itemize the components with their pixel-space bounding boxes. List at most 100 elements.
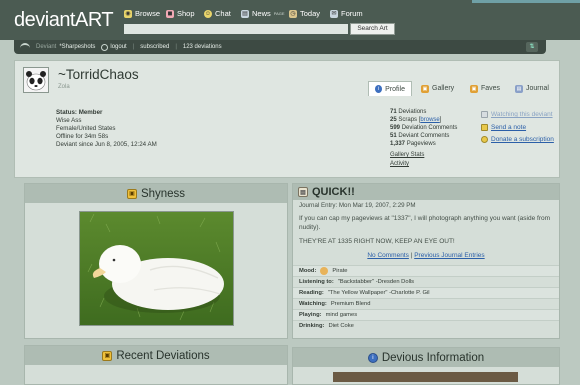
- gender-location: Female/United States: [56, 125, 116, 132]
- status-line: Status: Member: [56, 109, 103, 116]
- deviant-label: Deviant: [36, 44, 57, 50]
- nav-sup: PAGE: [273, 11, 285, 16]
- devious-title: Devious Information: [381, 351, 485, 364]
- stat-deviations: 71 Deviations: [390, 109, 426, 115]
- recent-deviations-box: ▣ Recent Deviations: [24, 345, 288, 385]
- deviant-since: Deviant since Jun 8, 2005, 12:24 AM: [56, 141, 157, 148]
- activity-link[interactable]: Activity: [390, 161, 409, 167]
- stat-deviant-comments: 51 Deviant Comments: [390, 133, 449, 139]
- subscribed-link[interactable]: subscribed: [140, 44, 169, 50]
- news-icon: ▤: [241, 9, 249, 18]
- panda-avatar-icon: [24, 68, 48, 92]
- deviant-menu[interactable]: [20, 43, 30, 51]
- stat-num: 51: [390, 133, 397, 139]
- note-icon: [481, 124, 488, 131]
- nav-label: Forum: [341, 9, 363, 18]
- user-realname: Zola: [58, 84, 70, 90]
- journal-header: ▤ QUICK!!: [293, 184, 559, 200]
- shop-icon: ◼: [166, 9, 174, 18]
- featured-deviation-image[interactable]: [79, 211, 234, 326]
- mood-label: Drinking:: [299, 323, 325, 329]
- shyness-header: ▣ Shyness: [25, 184, 287, 203]
- journal-entry-date: Journal Entry: Mon Mar 19, 2007, 2:29 PM: [299, 202, 416, 209]
- profile-icon: i: [375, 85, 383, 93]
- devious-info-image-strip: [333, 372, 518, 382]
- browse-scraps-link[interactable]: browse: [420, 117, 439, 123]
- top-right-strip: [472, 0, 580, 3]
- gallery-icon: ▣: [102, 350, 113, 361]
- donate-action[interactable]: Donate a subscription: [481, 136, 554, 143]
- mood-value: mind games: [325, 312, 358, 318]
- deviations-count[interactable]: 123 deviations: [183, 44, 222, 50]
- watching-action[interactable]: Watching this deviant: [481, 111, 553, 118]
- logout-link[interactable]: logout: [101, 43, 127, 51]
- tab-label: Profile: [385, 85, 405, 93]
- gallery-stats-link[interactable]: Gallery Stats: [390, 152, 424, 158]
- search-button[interactable]: Search Art: [350, 23, 395, 35]
- tab-gallery[interactable]: ▣ Gallery: [415, 81, 461, 96]
- journal-text-2: THEY'RE AT 1335 RIGHT NOW, KEEP AN EYE O…: [299, 238, 455, 245]
- tab-label: Journal: [526, 85, 549, 92]
- mood-value: "Backstabber" -Dresden Dolls: [337, 279, 415, 285]
- tab-journal[interactable]: ▤ Journal: [509, 81, 557, 96]
- nav-browse[interactable]: ◉ Browse: [124, 9, 160, 18]
- divider: |: [132, 44, 135, 50]
- top-bar: deviantART ◉ Browse ◼ Shop ☺ Chat ▤ News…: [0, 0, 580, 40]
- current-user-link[interactable]: *Sharpeshots: [59, 44, 95, 50]
- donate-label: Donate a subscription: [491, 136, 554, 143]
- mood-row: Drinking: Diet Coke: [293, 320, 559, 331]
- faves-icon: ▣: [470, 84, 478, 93]
- link-divider: |: [410, 252, 413, 259]
- nav-news[interactable]: ▤ News PAGE: [241, 9, 285, 18]
- site-logo[interactable]: deviantART: [14, 9, 114, 32]
- mood-value: Diet Coke: [328, 323, 354, 329]
- nav-label: News: [252, 9, 271, 18]
- nav-label: Browse: [135, 9, 161, 18]
- white-duck-photo: [80, 212, 233, 325]
- nav-label: Shop: [177, 9, 195, 18]
- previous-journal-link[interactable]: Previous Journal Entries: [414, 252, 484, 259]
- mood-label: Playing:: [299, 312, 322, 318]
- nav-shop[interactable]: ◼ Shop: [166, 9, 195, 18]
- pirate-mood-icon: [320, 267, 329, 275]
- shyness-title: Shyness: [140, 187, 186, 200]
- mood-row: Playing: mind games: [293, 309, 559, 320]
- stat-deviation-comments: 599 Deviation Comments: [390, 125, 457, 131]
- stat-pageviews: 1,337 Pageviews: [390, 141, 436, 147]
- no-comments-link[interactable]: No Comments: [367, 252, 409, 259]
- nav-forum[interactable]: ✉ Forum: [330, 9, 363, 18]
- mood-value: "The Yellow Wallpaper" -Charlotte P. Gil: [327, 290, 430, 296]
- nav-label: Chat: [215, 9, 231, 18]
- stat-label: Deviation Comments: [401, 125, 458, 131]
- nav-today[interactable]: ◷ Today: [289, 9, 320, 18]
- mood-label: Reading:: [299, 290, 324, 296]
- mood-row: Listening to: "Backstabber" -Dresden Dol…: [293, 276, 559, 287]
- tab-faves[interactable]: ▣ Faves: [464, 81, 506, 96]
- mood-value: Pirate: [332, 268, 348, 274]
- nav-chat[interactable]: ☺ Chat: [204, 9, 231, 18]
- mood-label: Watching:: [299, 301, 327, 307]
- browse-icon: ◉: [124, 9, 132, 18]
- stat-label: Scraps: [398, 117, 418, 123]
- journal-text-1: If you can cap my pageviews at "1337", I…: [299, 215, 551, 231]
- send-note-action[interactable]: Send a note: [481, 124, 526, 131]
- mood-row: Reading: "The Yellow Wallpaper" -Charlot…: [293, 287, 559, 298]
- nav-label: Today: [300, 9, 321, 18]
- search-input[interactable]: [124, 24, 348, 34]
- devious-info-box: i Devious Information: [292, 347, 560, 385]
- deviant-icon: [20, 43, 30, 51]
- logout-label: logout: [110, 44, 127, 50]
- stat-label: Pageviews: [406, 141, 436, 147]
- offline-time: Offline for 34m 58s: [56, 133, 109, 140]
- avatar[interactable]: [23, 67, 49, 93]
- notifications-icon[interactable]: ⇅: [526, 42, 538, 52]
- mood-row: Watching: Premium Blend: [293, 298, 559, 309]
- logout-icon: [101, 43, 109, 51]
- devious-info-header: i Devious Information: [293, 348, 559, 367]
- stat-label: Deviations: [398, 109, 427, 115]
- donate-icon: [481, 136, 488, 143]
- stat-num: 599: [390, 125, 401, 131]
- mood-row: Mood: Pirate: [293, 265, 559, 276]
- stat-num: 1,337: [390, 141, 406, 147]
- tab-profile[interactable]: i Profile: [368, 81, 412, 96]
